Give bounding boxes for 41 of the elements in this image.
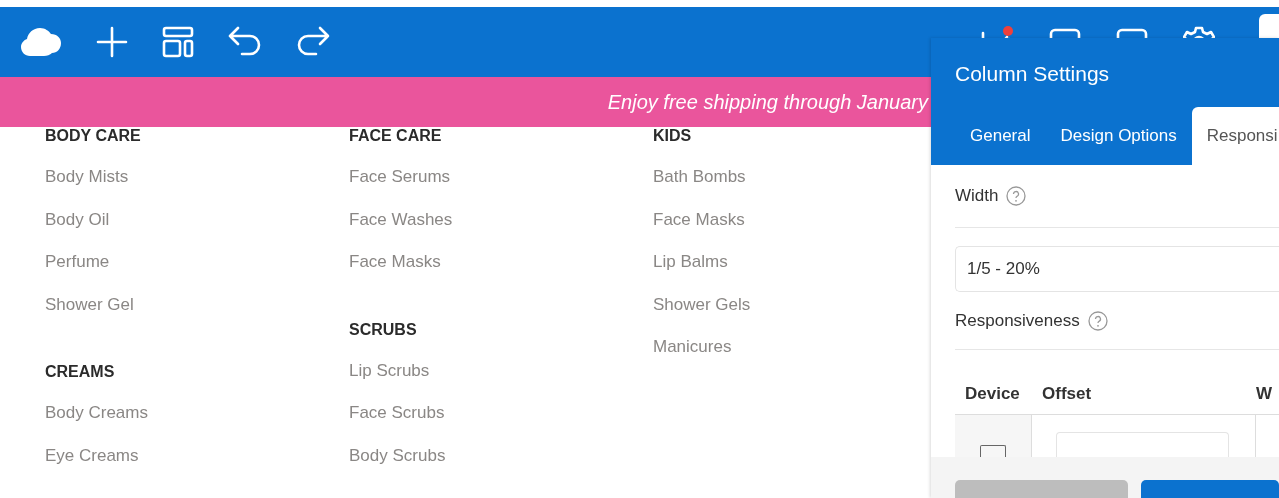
redo-icon[interactable] — [296, 26, 330, 58]
width-select[interactable]: 1/5 - 20% — [955, 246, 1279, 292]
menu-link[interactable]: Manicures — [653, 326, 732, 369]
menu-link[interactable]: Lip Balms — [653, 241, 728, 284]
menu-link[interactable]: Face Serums — [349, 156, 451, 199]
category-heading: SCRUBS — [349, 320, 417, 339]
category-heading: BODY CARE — [45, 127, 141, 145]
menu-link[interactable]: Body Oil — [45, 198, 110, 241]
menu-link[interactable]: Body Mists — [45, 156, 129, 199]
category-heading: CREAMS — [45, 363, 115, 381]
menu-link[interactable]: Eye Creams — [45, 434, 139, 477]
add-icon[interactable] — [96, 26, 128, 58]
category-heading: KIDS — [653, 127, 692, 145]
category-heading: FACE CARE — [349, 127, 442, 145]
field-label: Width — [955, 186, 999, 206]
panel-tab[interactable]: General — [955, 107, 1046, 165]
panel-tab[interactable]: Design Options — [1045, 107, 1192, 165]
menu-link[interactable]: Face Masks — [349, 241, 441, 284]
help-icon[interactable] — [1006, 186, 1027, 206]
menu-link[interactable]: Perfume — [45, 241, 110, 284]
menu-link[interactable]: Bath Bombs — [653, 156, 746, 199]
menu-link[interactable]: Face Scrubs — [349, 392, 445, 435]
column-header: Device — [965, 384, 1021, 404]
undo-icon[interactable] — [228, 26, 262, 58]
menu-link[interactable]: Face Washes — [349, 198, 453, 241]
menu-link[interactable]: Shower Gel — [45, 283, 134, 326]
cloud-logo-icon[interactable] — [20, 26, 62, 58]
banner-text: Enjoy free shipping through January — [607, 90, 928, 115]
help-icon[interactable] — [1087, 310, 1108, 331]
menu-link[interactable]: Body Scrubs — [349, 434, 446, 477]
column-header: Offset — [1042, 384, 1093, 404]
field-label: Responsiveness — [955, 310, 1080, 331]
menu-link[interactable]: Lip Scrubs — [349, 349, 430, 392]
layout-icon[interactable] — [162, 26, 194, 58]
menu-link[interactable]: Face Masks — [653, 198, 745, 241]
panel-title: Column Settings — [955, 61, 1111, 87]
panel-tab[interactable]: Responsi — [1191, 107, 1279, 165]
column-header: W — [1256, 384, 1273, 404]
menu-link[interactable]: Body Creams — [45, 392, 148, 435]
side-tab[interactable] — [1259, 14, 1279, 38]
menu-link[interactable]: Shower Gels — [653, 283, 751, 326]
